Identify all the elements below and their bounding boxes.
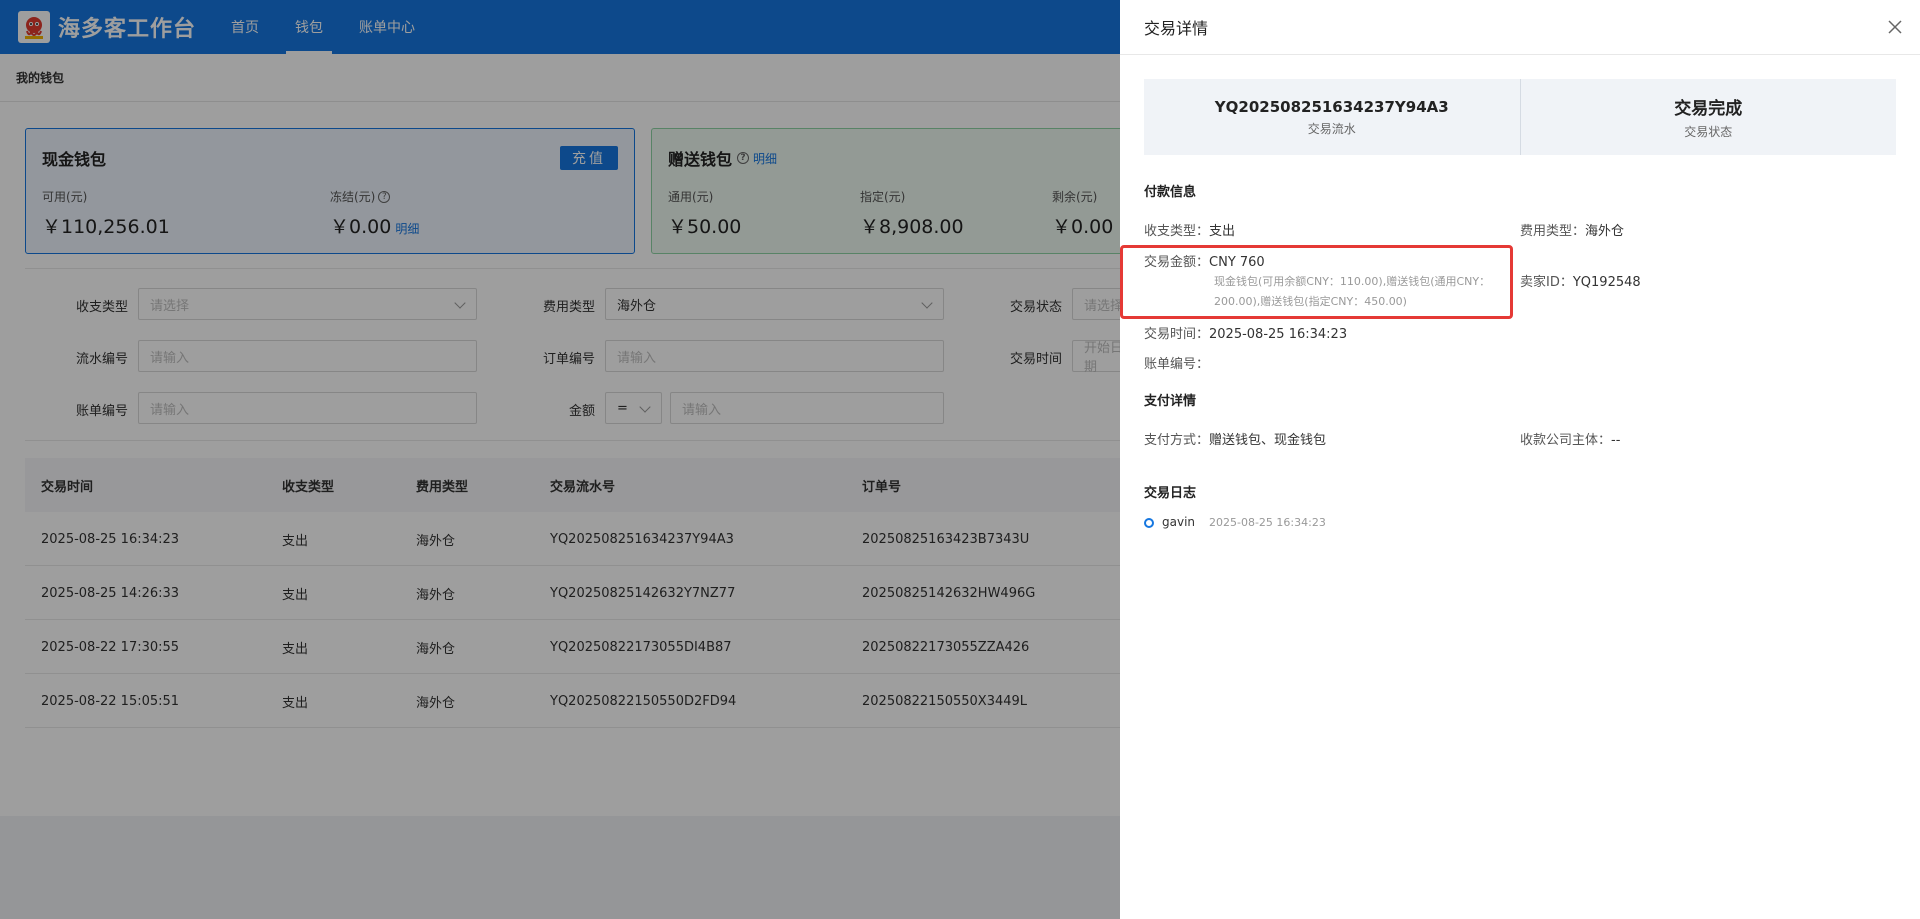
method-val: 赠送钱包、现金钱包 [1209, 433, 1327, 448]
summary-state: 交易完成 交易状态 [1519, 79, 1897, 155]
time-val: 2025-08-25 16:34:23 [1209, 327, 1348, 342]
log-title: 交易日志 [1144, 486, 1197, 501]
fee-row: 费用类型：海外仓 [1520, 220, 1624, 239]
payment-info-title: 付款信息 [1144, 185, 1197, 200]
time-key: 交易时间： [1144, 327, 1210, 342]
transaction-state: 交易完成 [1674, 99, 1743, 119]
fee-key: 费用类型： [1520, 224, 1586, 239]
transaction-summary: YQ202508251634237Y94A3 交易流水 交易完成 交易状态 [1144, 79, 1896, 155]
fee-val: 海外仓 [1585, 224, 1625, 239]
serial-label: 交易流水 [1307, 121, 1356, 136]
pay-detail-title: 支付详情 [1144, 394, 1197, 409]
log-time: 2025-08-25 16:34:23 [1209, 516, 1326, 529]
bill-key: 账单编号： [1144, 357, 1210, 372]
seller-key: 卖家ID： [1520, 275, 1573, 290]
company-val: -- [1611, 433, 1621, 448]
transaction-detail-drawer: 交易详情 YQ202508251634237Y94A3 交易流水 交易完成 交易… [1120, 0, 1920, 919]
drawer-header: 交易详情 [1120, 0, 1920, 55]
log-user: gavin [1162, 515, 1196, 529]
company-row: 收款公司主体：-- [1520, 429, 1620, 448]
drawer-title: 交易详情 [1144, 19, 1209, 38]
type-row: 收支类型：支出 [1144, 220, 1235, 239]
summary-serial: YQ202508251634237Y94A3 交易流水 [1144, 79, 1520, 155]
timeline-dot-icon [1144, 518, 1154, 528]
bill-row: 账单编号： [1144, 353, 1209, 372]
state-label: 交易状态 [1684, 125, 1733, 139]
method-key: 支付方式： [1144, 433, 1210, 448]
method-row: 支付方式：赠送钱包、现金钱包 [1144, 429, 1326, 448]
seller-row: 卖家ID：YQ192548 [1520, 271, 1641, 290]
type-val: 支出 [1209, 224, 1236, 239]
company-key: 收款公司主体： [1520, 433, 1612, 448]
highlight-box [1120, 245, 1513, 319]
modal-overlay[interactable] [0, 0, 1120, 919]
seller-val: YQ192548 [1572, 275, 1641, 290]
type-key: 收支类型： [1144, 224, 1210, 239]
time-row: 交易时间：2025-08-25 16:34:23 [1144, 323, 1347, 342]
serial-number: YQ202508251634237Y94A3 [1214, 97, 1449, 116]
close-icon[interactable] [1886, 18, 1904, 36]
